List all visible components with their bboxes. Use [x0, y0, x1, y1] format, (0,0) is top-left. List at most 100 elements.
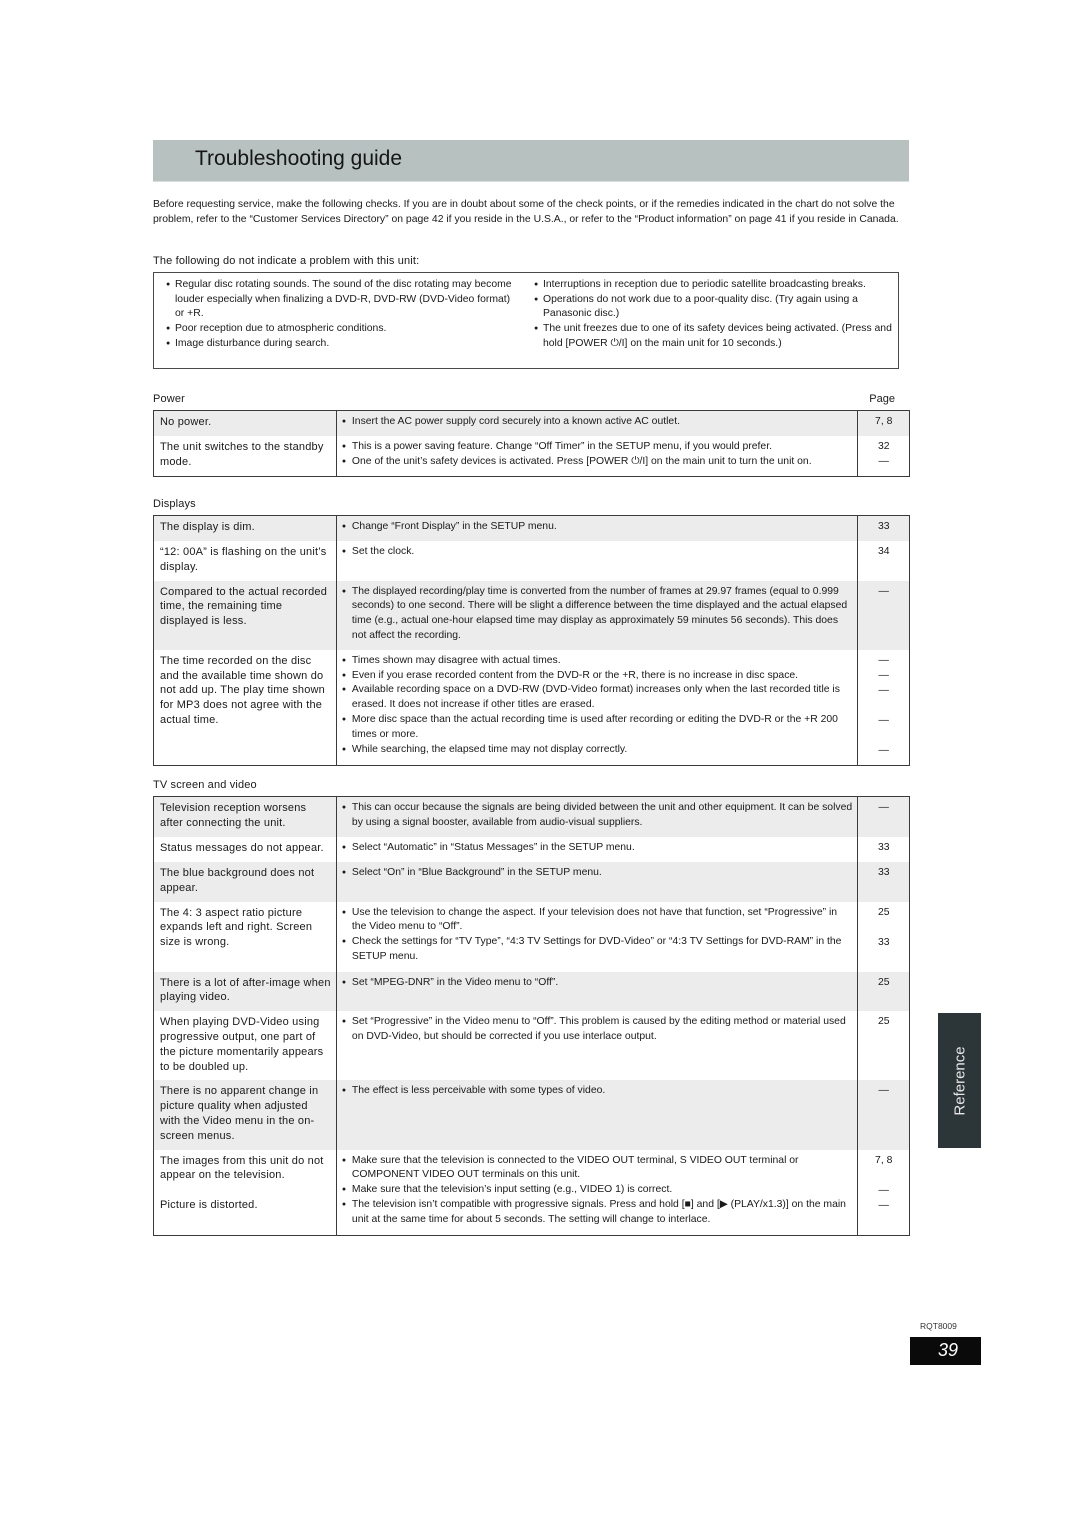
page-reference: —: [878, 714, 889, 726]
troubleshooting-table: Television reception worsens after conne…: [153, 796, 910, 1236]
page-reference: —: [878, 585, 889, 597]
troubleshooting-table: No power. Insert the AC power supply cord…: [153, 410, 910, 477]
page-reference: —: [878, 669, 889, 681]
page-cell: 7, 8 — —: [858, 1150, 910, 1236]
remedy-cell: Change “Front Display” in the SETUP menu…: [336, 515, 859, 541]
remedy-item: The displayed recording/play time is con…: [342, 585, 853, 644]
page-number-box: 39: [910, 1337, 981, 1365]
page-cell: 33: [857, 862, 910, 902]
table-row: Status messages do not appear. Select “Au…: [153, 837, 910, 862]
page-reference: 25: [877, 906, 890, 918]
remedy-item: The television isn’t compatible with pro…: [342, 1198, 853, 1228]
remedy-cell: Set “MPEG-DNR” in the Video menu to “Off…: [336, 971, 859, 1012]
problem-cell: Compared to the actual recorded time, th…: [153, 580, 337, 650]
page-cell: —: [857, 580, 910, 650]
remedy-cell: Set the clock.: [336, 541, 859, 581]
remedy-cell: This can occur because the signals are b…: [336, 796, 859, 837]
problem-cell: The 4: 3 aspect ratio picture expands le…: [153, 901, 337, 972]
remedy-cell: Insert the AC power supply cord securely…: [336, 410, 859, 436]
table-row: “12: 00A” is flashing on the unit’s disp…: [153, 541, 910, 581]
section-title: Power: [153, 393, 185, 405]
table-row: When playing DVD-Video using progressive…: [153, 1011, 910, 1081]
table-row: The unit switches to the standby mode. Th…: [153, 436, 910, 477]
page-cell: 33: [858, 837, 910, 862]
problem-cell: The blue background does not appear.: [153, 862, 337, 902]
remedy-cell: The displayed recording/play time is con…: [336, 580, 859, 650]
notes-right-column: Interruptions in reception due to period…: [534, 278, 894, 352]
page-cell: — — — — —: [858, 650, 910, 766]
remedy-cell: Use the television to change the aspect.…: [336, 901, 859, 972]
notes-box: Regular disc rotating sounds. The sound …: [153, 272, 899, 369]
reference-tab: Reference: [938, 1013, 981, 1148]
section-title: TV screen and video: [153, 779, 257, 791]
problem-cell: The time recorded on the disc and the av…: [153, 649, 337, 766]
page-reference: —: [878, 684, 889, 696]
remedy-item: Even if you erase recorded content from …: [342, 669, 853, 684]
problem-cell: There is no apparent change in picture q…: [153, 1080, 337, 1150]
note-item: Interruptions in reception due to period…: [534, 278, 894, 293]
table-row: The 4: 3 aspect ratio picture expands le…: [153, 901, 910, 972]
page-reference: 25: [877, 976, 890, 988]
page-reference: 7, 8: [875, 1154, 893, 1166]
table-row: The blue background does not appear. Sele…: [153, 862, 910, 902]
table-row: Television reception worsens after conne…: [153, 796, 910, 837]
page-reference: 33: [877, 867, 890, 878]
remedy-item: While searching, the elapsed time may no…: [342, 743, 853, 758]
remedy-item: Set “MPEG-DNR” in the Video menu to “Off…: [342, 976, 853, 991]
page-reference: —: [878, 654, 889, 666]
note-item: Poor reception due to atmospheric condit…: [166, 322, 521, 337]
page-reference: 32: [877, 441, 890, 452]
remedy-item: Change “Front Display” in the SETUP menu…: [342, 520, 853, 535]
remedy-cell: The effect is less perceivable with some…: [336, 1080, 859, 1150]
table-row: There is a lot of after-image when playi…: [153, 971, 910, 1012]
page-reference: —: [878, 1085, 889, 1097]
page-reference: —: [878, 456, 889, 467]
problem-cell: There is a lot of after-image when playi…: [153, 971, 337, 1012]
table-row: There is no apparent change in picture q…: [153, 1080, 910, 1150]
table-row: The display is dim. Change “Front Display…: [153, 515, 910, 541]
page-cell: 32 —: [858, 436, 910, 477]
page-number: 39: [938, 1340, 959, 1360]
remedy-item: One of the unit’s safety devices is acti…: [342, 455, 853, 470]
remedy-item: Set “Progressive” in the Video menu to “…: [342, 1015, 853, 1045]
page-cell: 33: [857, 515, 910, 541]
title-bar: Troubleshooting guide: [153, 140, 909, 182]
reference-tab-label: Reference: [951, 1045, 968, 1116]
page-cell: —: [857, 1080, 910, 1150]
problem-cell: “12: 00A” is flashing on the unit’s disp…: [153, 541, 337, 581]
page-reference: —: [878, 1199, 889, 1211]
notes-label: The following do not indicate a problem …: [153, 255, 420, 267]
page-title: Troubleshooting guide: [195, 147, 403, 170]
notes-left-column: Regular disc rotating sounds. The sound …: [166, 278, 521, 352]
page-reference: 33: [877, 936, 890, 948]
page-cell: 34: [858, 541, 910, 581]
intro-paragraph: Before requesting service, make the foll…: [153, 199, 899, 225]
problem-cell: No power.: [153, 410, 337, 436]
note-item: The unit freezes due to one of its safet…: [534, 322, 894, 351]
page-reference: 33: [877, 842, 890, 853]
remedy-item: Make sure that the television’s input se…: [342, 1183, 853, 1198]
remedy-item: This can occur because the signals are b…: [342, 801, 853, 831]
problem-cell: When playing DVD-Video using progressive…: [153, 1011, 337, 1081]
page-reference: 7, 8: [875, 416, 893, 427]
remedy-cell: Select “On” in “Blue Background” in the …: [336, 862, 859, 902]
remedy-cell: Set “Progressive” in the Video menu to “…: [336, 1011, 859, 1081]
remedy-cell: Times shown may disagree with actual tim…: [336, 649, 859, 766]
remedy-item: Times shown may disagree with actual tim…: [342, 654, 853, 669]
table-row: The images from this unit do not appear …: [153, 1149, 910, 1236]
table-row: Compared to the actual recorded time, th…: [153, 580, 910, 650]
remedy-item: More disc space than the actual recordin…: [342, 713, 853, 743]
remedy-item: The effect is less perceivable with some…: [342, 1084, 853, 1099]
troubleshooting-table: The display is dim. Change “Front Display…: [153, 515, 910, 766]
page-reference: 33: [877, 521, 890, 532]
page-reference: 34: [877, 546, 890, 557]
problem-cell: The images from this unit do not appear …: [153, 1149, 337, 1236]
problem-cell: The unit switches to the standby mode.: [153, 436, 337, 477]
page-reference: —: [878, 744, 889, 756]
section-title: Displays: [153, 498, 196, 510]
page-cell: 25: [857, 971, 910, 1012]
remedy-item: Use the television to change the aspect.…: [342, 906, 853, 936]
remedy-cell: This is a power saving feature. Change “…: [336, 436, 859, 477]
remedy-item: Select “Automatic” in “Status Messages” …: [342, 841, 853, 856]
note-item: Operations do not work due to a poor-qua…: [534, 293, 894, 322]
